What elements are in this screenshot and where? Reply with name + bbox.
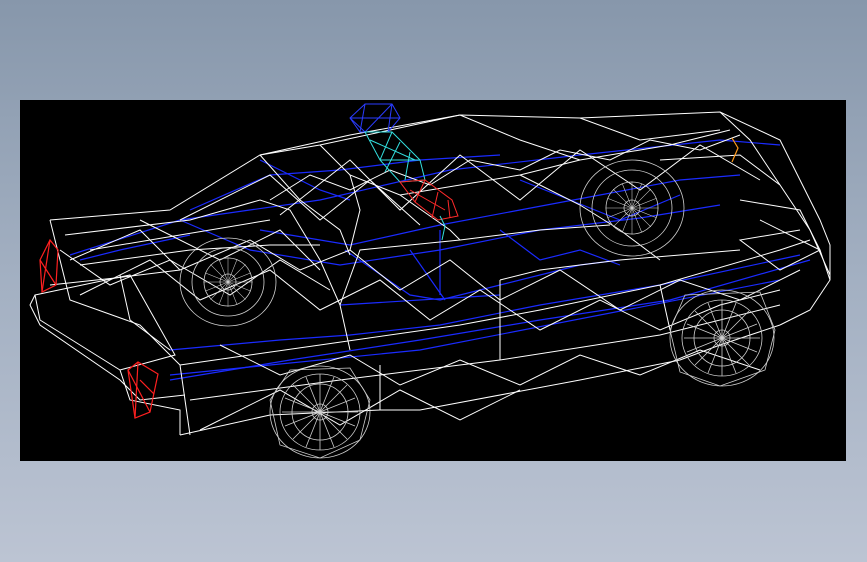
tail-lights (39, 238, 159, 419)
model-viewport[interactable] (20, 100, 846, 461)
body-wireframe (29, 111, 831, 436)
front-right-wheel (579, 159, 685, 257)
car-wireframe-canvas (29, 103, 831, 459)
rear-left-wheel (179, 237, 277, 327)
hidden-edges (69, 139, 811, 381)
rear-right-wheel (269, 365, 371, 459)
